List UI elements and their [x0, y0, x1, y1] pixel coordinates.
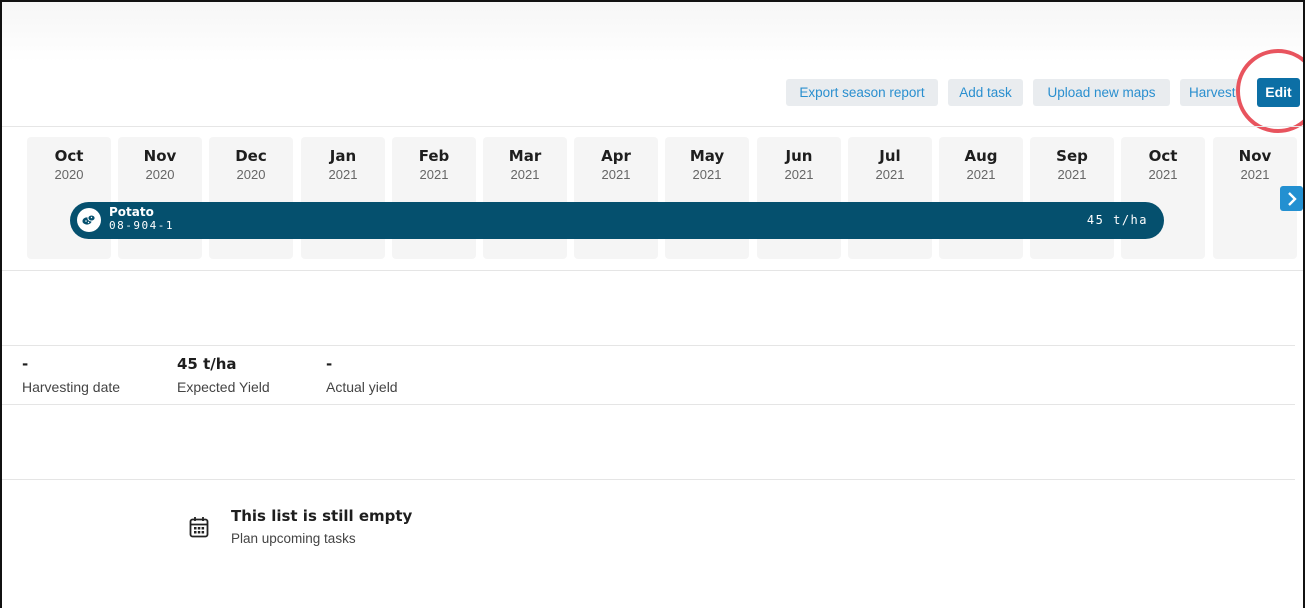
month-name: Feb: [418, 147, 450, 165]
month-year: 2021: [1148, 167, 1178, 182]
divider: [2, 345, 1295, 346]
month-name: Aug: [964, 147, 998, 165]
month-year: 2021: [784, 167, 814, 182]
empty-state-subtitle: Plan upcoming tasks: [231, 531, 356, 546]
crop-season-bar[interactable]: Potato 08-904-1 45 t/ha: [70, 202, 1164, 239]
highlight-circle: [1236, 49, 1303, 133]
harvesting-date-label: Harvesting date: [22, 379, 121, 395]
month-year: 2021: [419, 167, 449, 182]
harvest-button[interactable]: Harvest: [1180, 79, 1240, 106]
month-name: Jan: [329, 147, 357, 165]
month-year: 2021: [510, 167, 540, 182]
crop-variety-code: 08-904-1: [109, 219, 174, 232]
timeline-month: Oct 2021: [1121, 137, 1205, 259]
timeline-month: Nov 2020: [118, 137, 202, 259]
month-year: 2021: [875, 167, 905, 182]
timeline-month: Sep 2021: [1030, 137, 1114, 259]
month-name: Oct: [54, 147, 84, 165]
export-season-report-button[interactable]: Export season report: [786, 79, 938, 106]
upload-new-maps-button[interactable]: Upload new maps: [1033, 79, 1170, 106]
actual-yield-value: -: [326, 355, 333, 373]
potato-icon: [77, 208, 101, 232]
month-year: 2020: [145, 167, 175, 182]
month-name: May: [689, 147, 725, 165]
app-frame: Export season report Add task Upload new…: [0, 0, 1305, 608]
month-name: Jun: [785, 147, 813, 165]
add-task-button[interactable]: Add task: [948, 79, 1023, 106]
month-year: 2021: [966, 167, 996, 182]
crop-yield: 45 t/ha: [1086, 213, 1148, 227]
month-year: 2021: [328, 167, 358, 182]
timeline-month: Apr 2021: [574, 137, 658, 259]
timeline-month: Jan 2021: [301, 137, 385, 259]
month-name: Nov: [143, 147, 177, 165]
divider: [2, 270, 1303, 271]
month-year: 2021: [601, 167, 631, 182]
month-name: Nov: [1238, 147, 1272, 165]
timeline-month: Mar 2021: [483, 137, 567, 259]
divider: [2, 404, 1295, 405]
month-name: Apr: [601, 147, 631, 165]
month-year: 2021: [692, 167, 722, 182]
crop-name: Potato: [109, 205, 154, 219]
empty-state-title: This list is still empty: [231, 507, 413, 525]
calendar-icon: [189, 516, 209, 543]
header-shade: [2, 2, 1303, 62]
month-year: 2021: [1057, 167, 1087, 182]
month-name: Dec: [235, 147, 267, 165]
month-name: Oct: [1148, 147, 1178, 165]
timeline-month: Jun 2021: [757, 137, 841, 259]
month-year: 2020: [54, 167, 84, 182]
expected-yield-label: Expected Yield: [177, 379, 270, 395]
timeline-month: Dec 2020: [209, 137, 293, 259]
divider: [2, 479, 1295, 480]
actual-yield-label: Actual yield: [326, 379, 398, 395]
timeline-month: Jul 2021: [848, 137, 932, 259]
month-year: 2021: [1240, 167, 1270, 182]
divider: [2, 126, 1303, 127]
harvesting-date-value: -: [22, 355, 29, 373]
month-name: Jul: [879, 147, 901, 165]
month-name: Sep: [1056, 147, 1088, 165]
timeline-month: Oct 2020: [27, 137, 111, 259]
chevron-right-icon[interactable]: [1280, 186, 1303, 211]
timeline-month: May 2021: [665, 137, 749, 259]
timeline-month: Aug 2021: [939, 137, 1023, 259]
expected-yield-value: 45 t/ha: [177, 355, 237, 373]
timeline-month: Feb 2021: [392, 137, 476, 259]
month-name: Mar: [508, 147, 542, 165]
month-year: 2020: [236, 167, 266, 182]
